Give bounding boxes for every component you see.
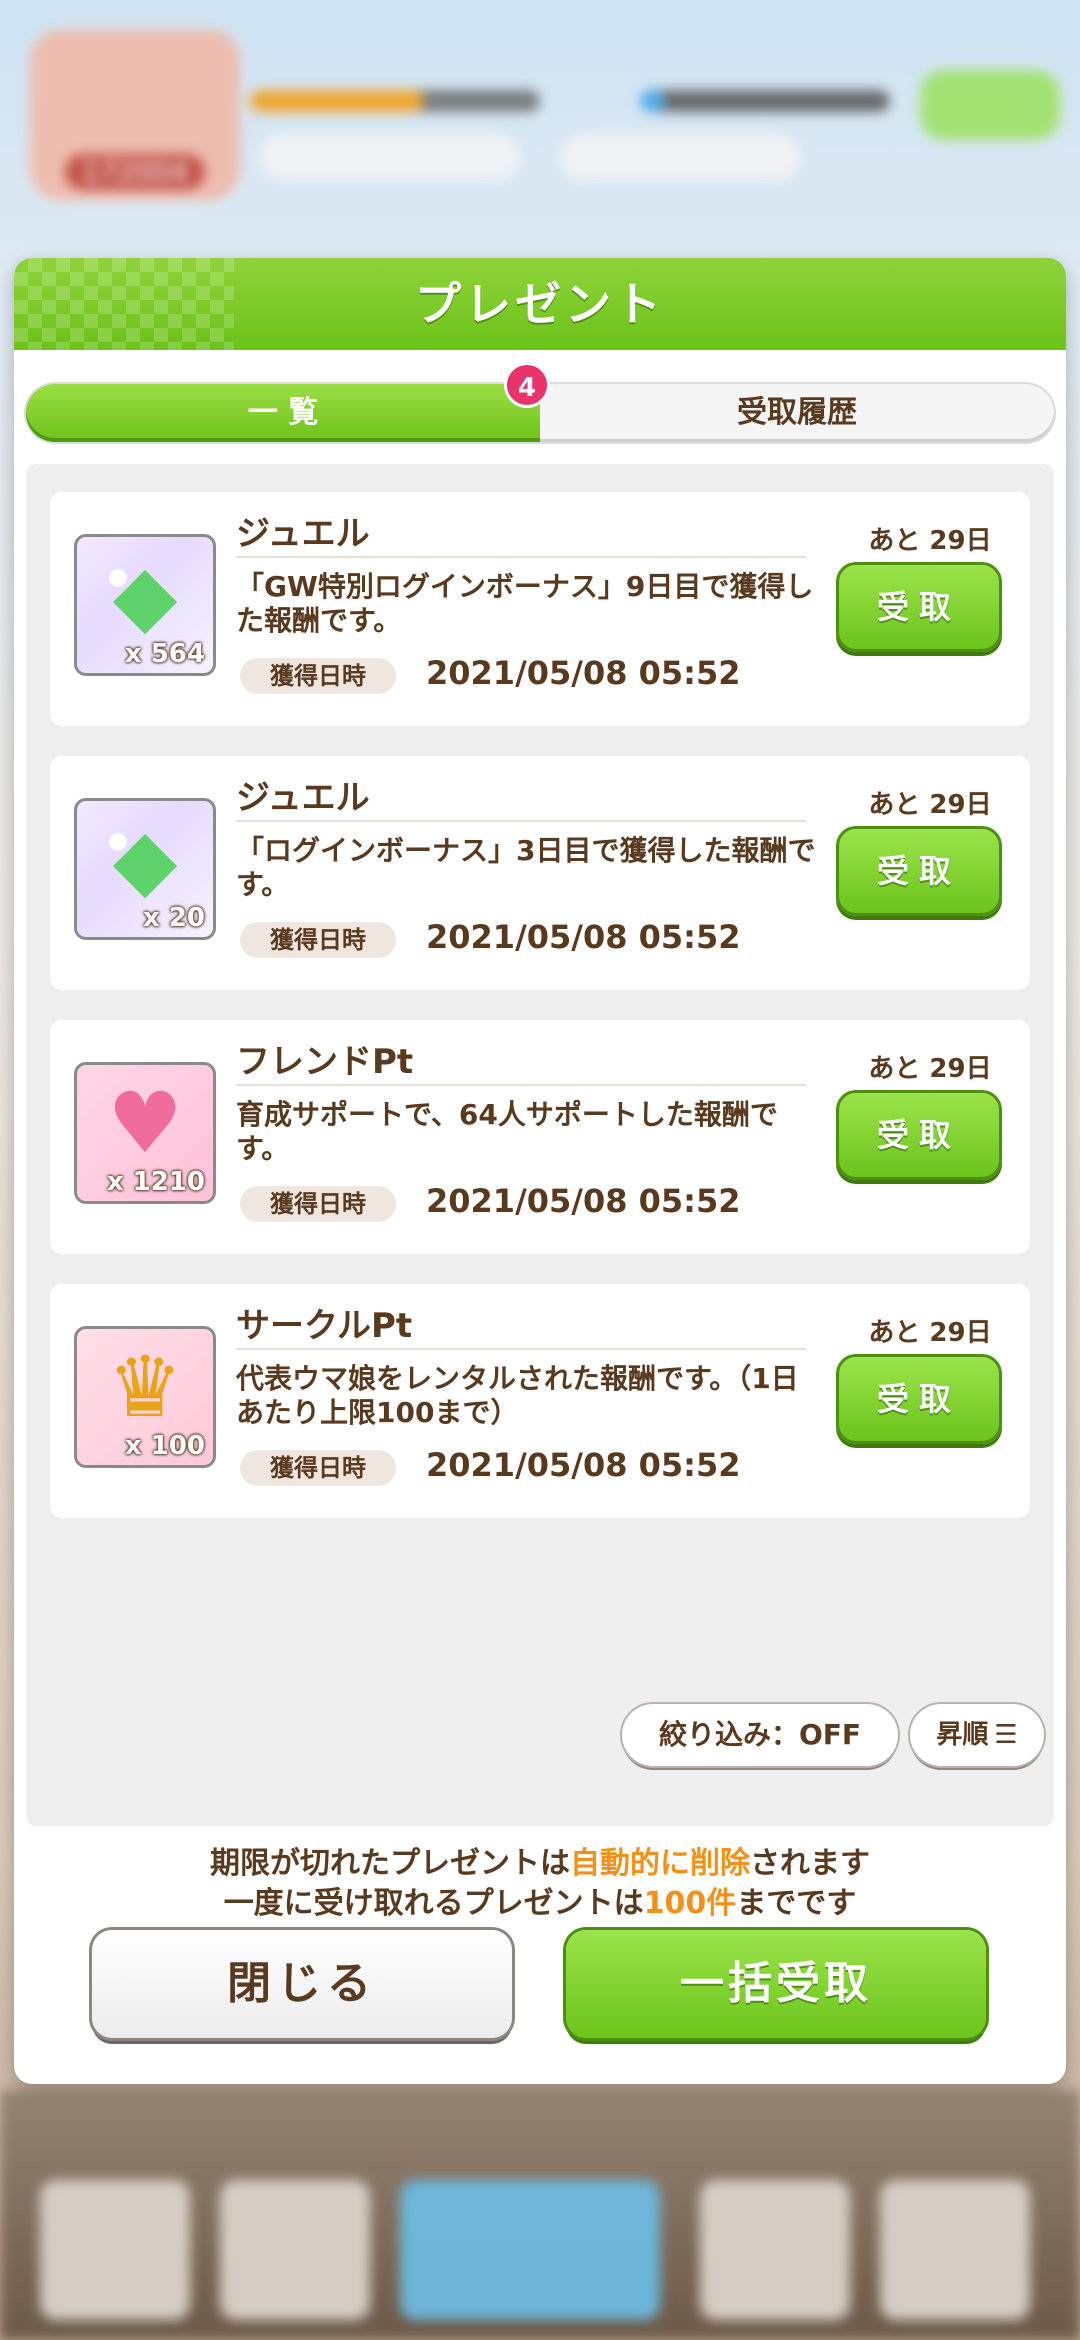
item-divider [236,1348,806,1350]
background-add-button [920,70,1060,140]
item-quantity: x 564 [124,639,205,669]
jewel-icon: ◆ x 20 [74,798,216,940]
jewel-glyph: ◆ [112,810,178,908]
tab-bar: 一 覧 受取履歴 4 [26,362,1054,442]
unread-count-badge: 4 [504,362,550,408]
dialog-header: プレゼント [14,258,1066,350]
background-menu-tile [40,2180,190,2320]
filter-button[interactable]: 絞り込み：OFF [622,1704,898,1766]
jewel-icon: ◆ x 564 [74,534,216,676]
sort-lines-icon: ☰ [994,1720,1018,1750]
item-description: 育成サポートで、64人サポートした報酬です。 [236,1098,778,1165]
item-name: サークルPt [236,1306,413,1346]
item-description: 「GW特別ログインボーナス」9日目で獲得した報酬です。 [236,570,814,637]
notice-highlight: 100件 [643,1886,737,1921]
receive-button[interactable]: 受取 [836,826,1002,916]
item-quantity: x 100 [124,1431,205,1461]
item-divider [236,1084,806,1086]
item-description: 代表ウマ娘をレンタルされた報酬です。（1日あたり上限100まで） [236,1362,799,1429]
notice-text: 一度に受け取れるプレゼントは [223,1886,644,1921]
jewel-glyph: ◆ [112,546,178,644]
receive-button[interactable]: 受取 [836,1090,1002,1180]
background-money-pill [260,134,520,180]
date-label: 獲得日時 [240,658,396,694]
present-item: ◆ x 564 ジュエル 「GW特別ログインボーナス」9日目で獲得した報酬です。… [50,492,1030,726]
receive-button[interactable]: 受取 [836,562,1002,652]
date-value: 2021/05/08 05:52 [426,654,741,692]
date-value: 2021/05/08 05:52 [426,1182,741,1220]
limit-notice: 一度に受け取れるプレゼントは100件までです [14,1878,1066,1922]
remaining-days: あと 29日 [868,1054,992,1084]
date-label: 獲得日時 [240,922,396,958]
present-dialog: プレゼント 一 覧 受取履歴 4 ◆ x 564 ジュエル 「GW特別ログインボ… [14,258,1066,2084]
item-divider [236,556,806,558]
background-menu-tile [220,2180,370,2320]
background-menu-tile [700,2180,850,2320]
present-list[interactable]: ◆ x 564 ジュエル 「GW特別ログインボーナス」9日目で獲得した報酬です。… [26,464,1054,1826]
crown-icon: ♛ x 100 [74,1326,216,1468]
remaining-days: あと 29日 [868,526,992,556]
date-label: 獲得日時 [240,1186,396,1222]
remaining-days: あと 29日 [868,790,992,820]
background-item-pill [560,134,800,180]
present-item: ◆ x 20 ジュエル 「ログインボーナス」3日目で獲得した報酬です。 獲得日時… [50,756,1030,990]
background-stamina-bar [640,90,890,112]
tab-history[interactable]: 受取履歴 [540,384,1054,442]
expiry-notice: 期限が切れたプレゼントは自動的に削除されます [14,1838,1066,1882]
date-value: 2021/05/08 05:52 [426,918,741,956]
tab-list[interactable]: 一 覧 [26,384,540,442]
receive-all-button[interactable]: 一括受取 [566,1930,986,2038]
close-button[interactable]: 閉じる [92,1930,512,2038]
item-name: ジュエル [236,514,370,554]
notice-text: 期限が切れたプレゼントは [210,1846,570,1881]
background-menu-tile [880,2180,1030,2320]
background-trainer-badge: 172004 [30,30,240,200]
notice-text: までです [736,1886,857,1921]
notice-text: されます [750,1846,870,1881]
crown-glyph: ♛ [107,1338,183,1436]
sort-button[interactable]: 昇順 ☰ [910,1704,1044,1766]
present-item: ♛ x 100 サークルPt 代表ウマ娘をレンタルされた報酬です。（1日あたり上… [50,1284,1030,1518]
sort-label: 昇順 [936,1720,989,1750]
item-quantity: x 1210 [106,1167,205,1197]
present-item: ♥ x 1210 フレンドPt 育成サポートで、64人サポートした報酬です。 獲… [50,1020,1030,1254]
background-counter: 172004 [65,154,205,190]
handshake-icon: ♥ x 1210 [74,1062,216,1204]
item-description: 「ログインボーナス」3日目で獲得した報酬です。 [236,834,816,901]
item-name: ジュエル [236,778,370,818]
item-quantity: x 20 [142,903,205,933]
item-name: フレンドPt [236,1042,414,1082]
notice-highlight: 自動的に削除 [570,1846,750,1881]
remaining-days: あと 29日 [868,1318,992,1348]
background-exp-bar [250,90,540,112]
item-divider [236,820,806,822]
date-value: 2021/05/08 05:52 [426,1446,741,1484]
receive-button[interactable]: 受取 [836,1354,1002,1444]
dialog-title: プレゼント [415,277,665,331]
background-menu-tile [400,2180,660,2320]
handshake-glyph: ♥ [107,1074,183,1172]
date-label: 獲得日時 [240,1450,396,1486]
